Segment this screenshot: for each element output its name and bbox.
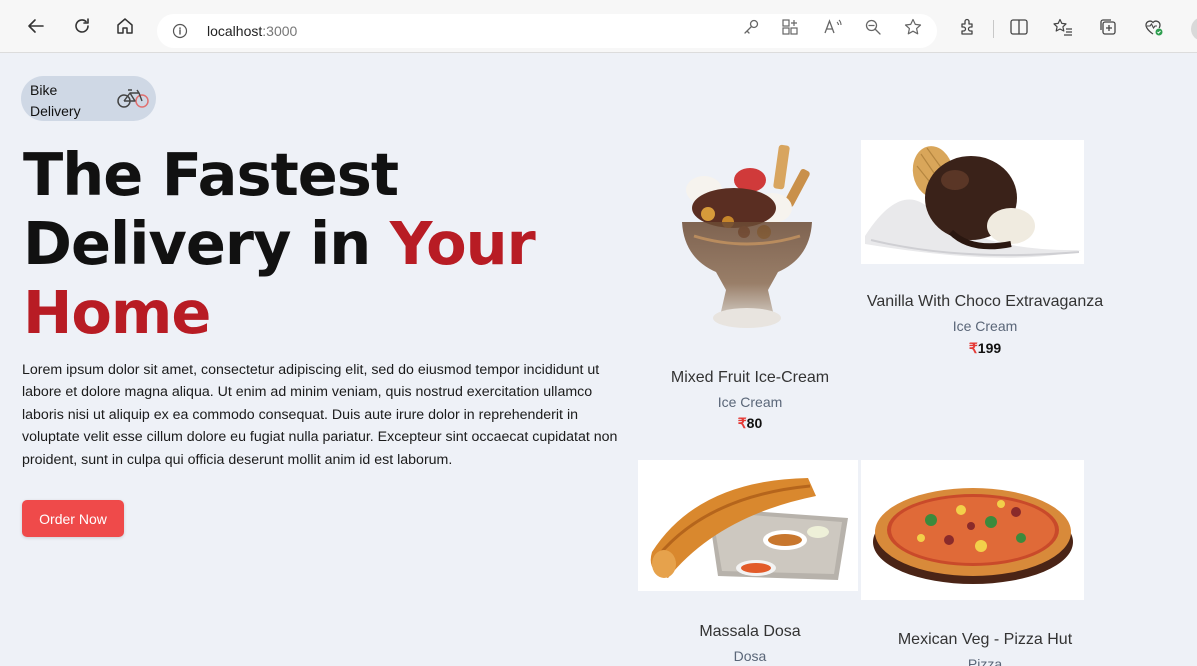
product-name[interactable]: Vanilla With Choco Extravaganza bbox=[850, 293, 1120, 311]
massala-dosa-image[interactable] bbox=[638, 460, 858, 591]
split-screen-icon[interactable] bbox=[1008, 16, 1030, 38]
url-text[interactable]: localhost:3000 bbox=[207, 23, 297, 39]
extensions-icon[interactable] bbox=[957, 16, 979, 38]
hero-description: Lorem ipsum dolor sit amet, consectetur … bbox=[22, 362, 618, 468]
hero-title-line2-plain: Delivery in bbox=[23, 209, 390, 278]
back-arrow-icon[interactable] bbox=[24, 14, 48, 38]
browser-toolbar: localhost:3000 bbox=[0, 0, 1197, 53]
product-name[interactable]: Mixed Fruit Ice-Cream bbox=[640, 369, 860, 387]
key-icon[interactable] bbox=[740, 16, 762, 38]
read-aloud-icon[interactable] bbox=[822, 16, 844, 38]
browser-essentials-icon[interactable] bbox=[1143, 16, 1165, 38]
bike-delivery-badge: Bike Delivery bbox=[21, 76, 156, 121]
product-price: ₹199 bbox=[850, 340, 1120, 357]
rupee-symbol: ₹ bbox=[737, 415, 747, 431]
toolbar-divider bbox=[993, 20, 994, 38]
favorite-star-icon[interactable] bbox=[902, 16, 924, 38]
product-price-value: 80 bbox=[746, 415, 763, 431]
address-bar[interactable]: localhost:3000 bbox=[157, 14, 937, 48]
app-grid-icon[interactable] bbox=[779, 16, 801, 38]
refresh-icon[interactable] bbox=[70, 14, 94, 38]
home-icon[interactable] bbox=[113, 14, 137, 38]
product-category: Pizza bbox=[967, 656, 1003, 666]
hero-title-accent-your: Your bbox=[389, 209, 536, 278]
hero-title-accent-home: Home bbox=[23, 278, 211, 347]
url-port: :3000 bbox=[262, 23, 298, 39]
product-price-value: 199 bbox=[977, 340, 1002, 356]
bicycle-icon bbox=[116, 86, 150, 110]
order-now-button[interactable]: Order Now bbox=[22, 500, 124, 537]
favorites-list-icon[interactable] bbox=[1052, 16, 1074, 38]
hero-title-line1: The Fastest bbox=[23, 140, 399, 209]
rupee-symbol: ₹ bbox=[968, 340, 978, 356]
mixed-fruit-ice-cream-image[interactable] bbox=[664, 140, 830, 336]
hero-title-line2: Delivery in Your bbox=[23, 209, 623, 278]
product-category: Ice Cream bbox=[717, 394, 783, 410]
url-host: localhost bbox=[207, 23, 263, 39]
zoom-out-icon[interactable] bbox=[862, 16, 884, 38]
collections-icon[interactable] bbox=[1097, 16, 1119, 38]
product-category: Ice Cream bbox=[952, 318, 1018, 334]
info-icon[interactable] bbox=[171, 22, 189, 40]
product-name[interactable]: Mexican Veg - Pizza Hut bbox=[850, 631, 1120, 649]
product-price: ₹80 bbox=[640, 415, 860, 432]
product-name[interactable]: Massala Dosa bbox=[640, 623, 860, 641]
vanilla-choco-extravaganza-image[interactable] bbox=[861, 140, 1084, 264]
badge-label: Bike Delivery bbox=[30, 82, 81, 119]
profile-avatar[interactable] bbox=[1191, 17, 1197, 41]
mexican-veg-pizza-image[interactable] bbox=[861, 460, 1084, 600]
product-category: Dosa bbox=[733, 648, 767, 664]
hero-title: The Fastest Delivery in Your Home bbox=[23, 140, 623, 347]
